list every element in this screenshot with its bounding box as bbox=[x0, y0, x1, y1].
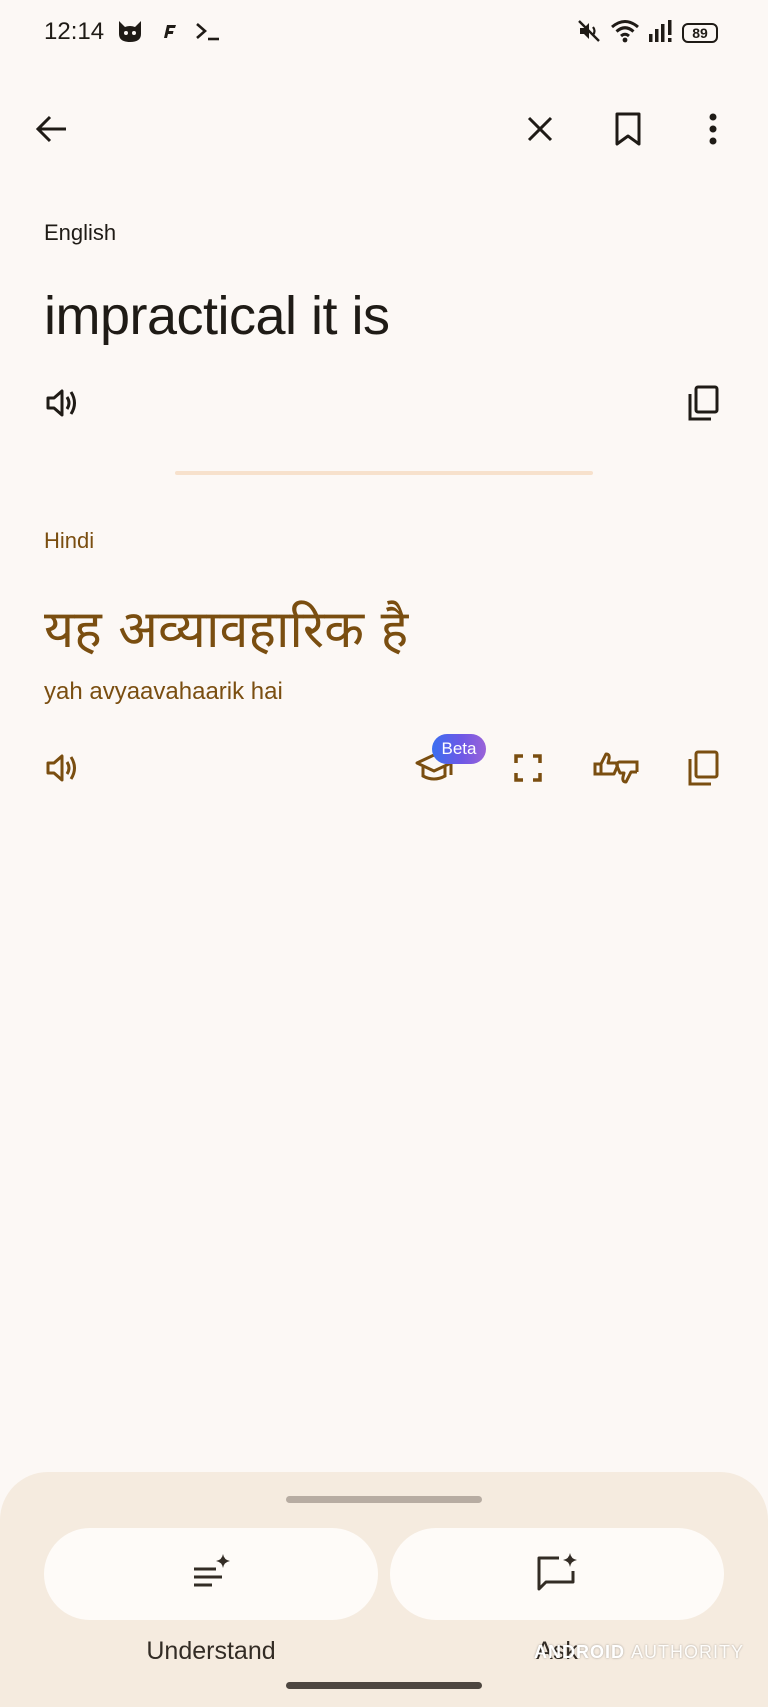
watermark-bold: ANDROID bbox=[533, 1642, 625, 1662]
status-time: 12:14 bbox=[44, 18, 105, 45]
back-button[interactable] bbox=[27, 107, 75, 155]
watermark-light: AUTHORITY bbox=[630, 1642, 744, 1662]
target-language-label[interactable]: Hindi bbox=[44, 528, 94, 554]
mute-icon bbox=[576, 18, 602, 49]
battery-indicator: 89 bbox=[682, 23, 718, 43]
speaker-icon bbox=[44, 751, 82, 790]
transliteration-text: yah avyaavahaarik hai bbox=[44, 678, 283, 705]
understand-button[interactable] bbox=[44, 1528, 378, 1620]
status-left-icons bbox=[116, 18, 222, 48]
source-copy-button[interactable] bbox=[679, 381, 727, 429]
sheet-drag-handle[interactable] bbox=[286, 1496, 482, 1503]
signal-icon bbox=[648, 18, 674, 49]
more-options-button[interactable] bbox=[689, 107, 737, 155]
clear-button[interactable] bbox=[516, 107, 564, 155]
target-copy-button[interactable] bbox=[679, 746, 727, 794]
copy-icon bbox=[686, 384, 720, 427]
source-language-label[interactable]: English bbox=[44, 220, 116, 246]
beta-badge: Beta bbox=[432, 734, 486, 764]
terminal-icon bbox=[194, 20, 222, 47]
wifi-icon bbox=[610, 18, 640, 49]
speaker-icon bbox=[44, 386, 82, 425]
chat-sparkle-icon bbox=[535, 1551, 579, 1598]
back-arrow-icon bbox=[34, 114, 68, 149]
section-divider bbox=[175, 471, 593, 475]
status-right-icons: 89 bbox=[576, 16, 718, 50]
bookmark-button[interactable] bbox=[604, 107, 652, 155]
home-indicator[interactable] bbox=[286, 1682, 482, 1689]
close-icon bbox=[526, 115, 554, 148]
fullscreen-icon bbox=[513, 753, 543, 788]
understand-label[interactable]: Understand bbox=[44, 1637, 378, 1666]
thumbs-up-down-icon bbox=[592, 748, 640, 793]
watermark: ANDROID AUTHORITY bbox=[534, 1642, 744, 1663]
ask-button[interactable] bbox=[390, 1528, 724, 1620]
more-vert-icon bbox=[708, 113, 718, 150]
source-text[interactable]: impractical it is bbox=[44, 285, 390, 347]
cat-app-icon bbox=[116, 18, 144, 49]
fullscreen-button[interactable] bbox=[504, 746, 552, 794]
target-text[interactable]: यह अव्यावहारिक है bbox=[44, 592, 408, 663]
rate-translation-button[interactable] bbox=[592, 746, 640, 794]
bookmark-icon bbox=[614, 111, 642, 152]
source-listen-button[interactable] bbox=[39, 381, 87, 429]
notes-sparkle-icon bbox=[190, 1552, 232, 1597]
copy-icon bbox=[686, 749, 720, 792]
f-app-icon bbox=[158, 20, 180, 47]
target-listen-button[interactable] bbox=[39, 746, 87, 794]
